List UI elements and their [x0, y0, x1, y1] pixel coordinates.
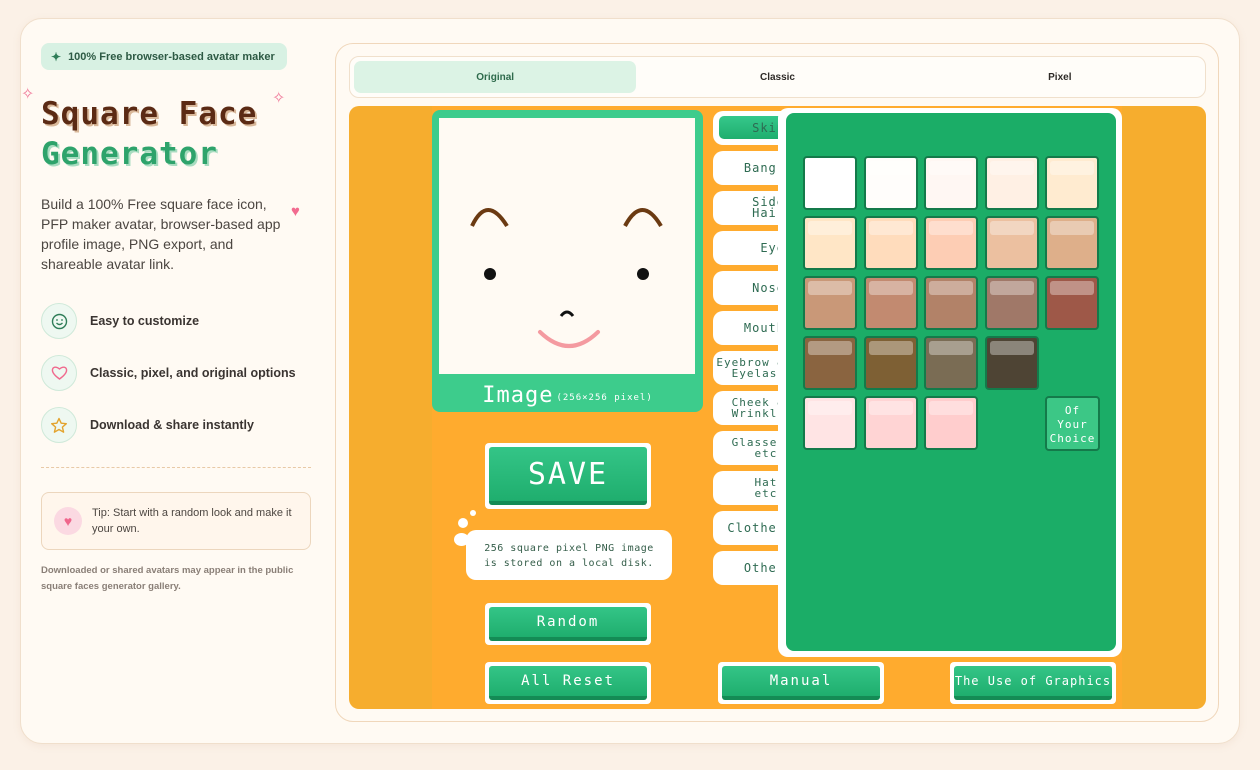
right-eyebrow	[623, 208, 663, 228]
bubble-line-1: 256 square pixel PNG image	[484, 543, 654, 554]
manual-button-frame: Manual	[718, 662, 884, 704]
tip-box: ♥ Tip: Start with a random look and make…	[41, 492, 311, 550]
category-label: Glasses etc.	[731, 436, 785, 460]
avatar-face	[470, 208, 663, 348]
skin-color-swatch[interactable]	[863, 336, 918, 390]
gallery-notice: Downloaded or shared avatars may appear …	[41, 565, 294, 592]
category-label: Cheek & Wrinkle	[731, 396, 785, 420]
badge-text: 100% Free browser-based avatar maker	[68, 50, 275, 63]
mouth	[538, 330, 600, 348]
custom-color-button[interactable]: Of Your Choice	[1045, 396, 1100, 451]
save-hint-bubble: 256 square pixel PNG image is stored on …	[466, 530, 672, 580]
skin-color-swatch[interactable]	[863, 156, 918, 210]
skin-color-swatch[interactable]	[924, 336, 978, 390]
feature-item: Easy to customize	[41, 303, 199, 339]
smiley-icon	[41, 303, 77, 339]
skin-color-swatch[interactable]	[984, 156, 1039, 210]
save-button[interactable]: SAVE	[489, 447, 647, 505]
skin-color-swatch[interactable]	[803, 336, 857, 390]
heart-icon: ♥	[291, 203, 300, 220]
all-reset-button[interactable]: All Reset	[489, 666, 647, 700]
bubble-dot	[470, 510, 476, 516]
heart-icon: ♥	[54, 507, 82, 535]
skin-color-swatch[interactable]	[984, 276, 1039, 330]
sparkle-icon: ✧	[21, 86, 35, 103]
skin-color-swatch[interactable]	[984, 336, 1039, 390]
skin-color-swatch[interactable]	[1045, 216, 1099, 270]
avatar-preview	[439, 118, 695, 374]
skin-color-swatch[interactable]	[803, 396, 857, 450]
all-reset-button-frame: All Reset	[485, 662, 651, 704]
category-label: Eyebrow & Eyelash	[716, 356, 785, 380]
bubble-line-2: is stored on a local disk.	[484, 558, 654, 569]
feature-label: Classic, pixel, and original options	[90, 366, 296, 380]
choice-label: Of	[1064, 404, 1081, 417]
skin-color-swatch[interactable]	[984, 216, 1039, 270]
feature-label: Easy to customize	[90, 314, 200, 328]
skin-color-swatch[interactable]	[1045, 276, 1099, 330]
manual-button[interactable]: Manual	[722, 666, 880, 700]
style-tabs: Original Classic Pixel	[349, 56, 1206, 98]
free-badge: ✦ 100% Free browser-based avatar maker	[41, 43, 287, 70]
category-label: Clothes	[727, 520, 785, 535]
skin-color-swatch[interactable]	[863, 216, 918, 270]
sparkle-icon: ✦	[51, 49, 62, 64]
heart-icon	[41, 355, 77, 391]
nose	[559, 310, 575, 317]
save-button-frame: SAVE	[485, 443, 651, 509]
skin-color-swatch[interactable]	[924, 156, 978, 210]
left-eyebrow	[470, 208, 509, 228]
page-title-line-2: Generator	[41, 136, 218, 172]
skin-color-swatch[interactable]	[863, 396, 918, 450]
tab-classic[interactable]: Classic	[636, 61, 918, 93]
right-eye	[637, 268, 649, 280]
skin-color-swatch[interactable]	[924, 216, 978, 270]
image-label: Image (256×256 pixel)	[432, 378, 703, 412]
use-of-graphics-button[interactable]: The Use of Graphics	[954, 666, 1112, 700]
tab-original[interactable]: Original	[354, 61, 637, 93]
tip-text: Tip: Start with a random look and make i…	[92, 507, 292, 535]
choice-label: Your	[1057, 418, 1088, 431]
skin-color-swatch[interactable]	[863, 276, 918, 330]
bubble-dot	[458, 518, 468, 528]
feature-label: Download & share instantly	[90, 418, 254, 432]
skin-color-swatch[interactable]	[924, 396, 978, 450]
skin-color-swatch[interactable]	[924, 276, 978, 330]
tab-pixel[interactable]: Pixel	[919, 61, 1201, 93]
random-button-frame: Random	[485, 603, 651, 645]
divider	[41, 467, 311, 468]
star-icon	[41, 407, 77, 443]
intro-description: Build a 100% Free square face icon, PFP …	[41, 196, 281, 272]
left-eye	[484, 268, 496, 280]
use-of-graphics-button-frame: The Use of Graphics	[950, 662, 1116, 704]
skin-color-swatch[interactable]	[803, 276, 857, 330]
image-label-size: (256×256 pixel)	[556, 393, 653, 403]
random-button[interactable]: Random	[489, 607, 647, 641]
feature-item: Download & share instantly	[41, 407, 254, 443]
page-title-line-1: Square Face	[41, 96, 258, 132]
image-label-title: Image	[482, 382, 554, 408]
skin-color-swatch[interactable]	[803, 156, 857, 210]
sparkle-icon: ✧	[272, 90, 286, 107]
category-label: Side Hair	[752, 195, 785, 220]
skin-color-swatch[interactable]	[1045, 156, 1099, 210]
choice-label: Choice	[1049, 432, 1096, 445]
skin-color-swatch[interactable]	[803, 216, 857, 270]
feature-item: Classic, pixel, and original options	[41, 355, 296, 391]
